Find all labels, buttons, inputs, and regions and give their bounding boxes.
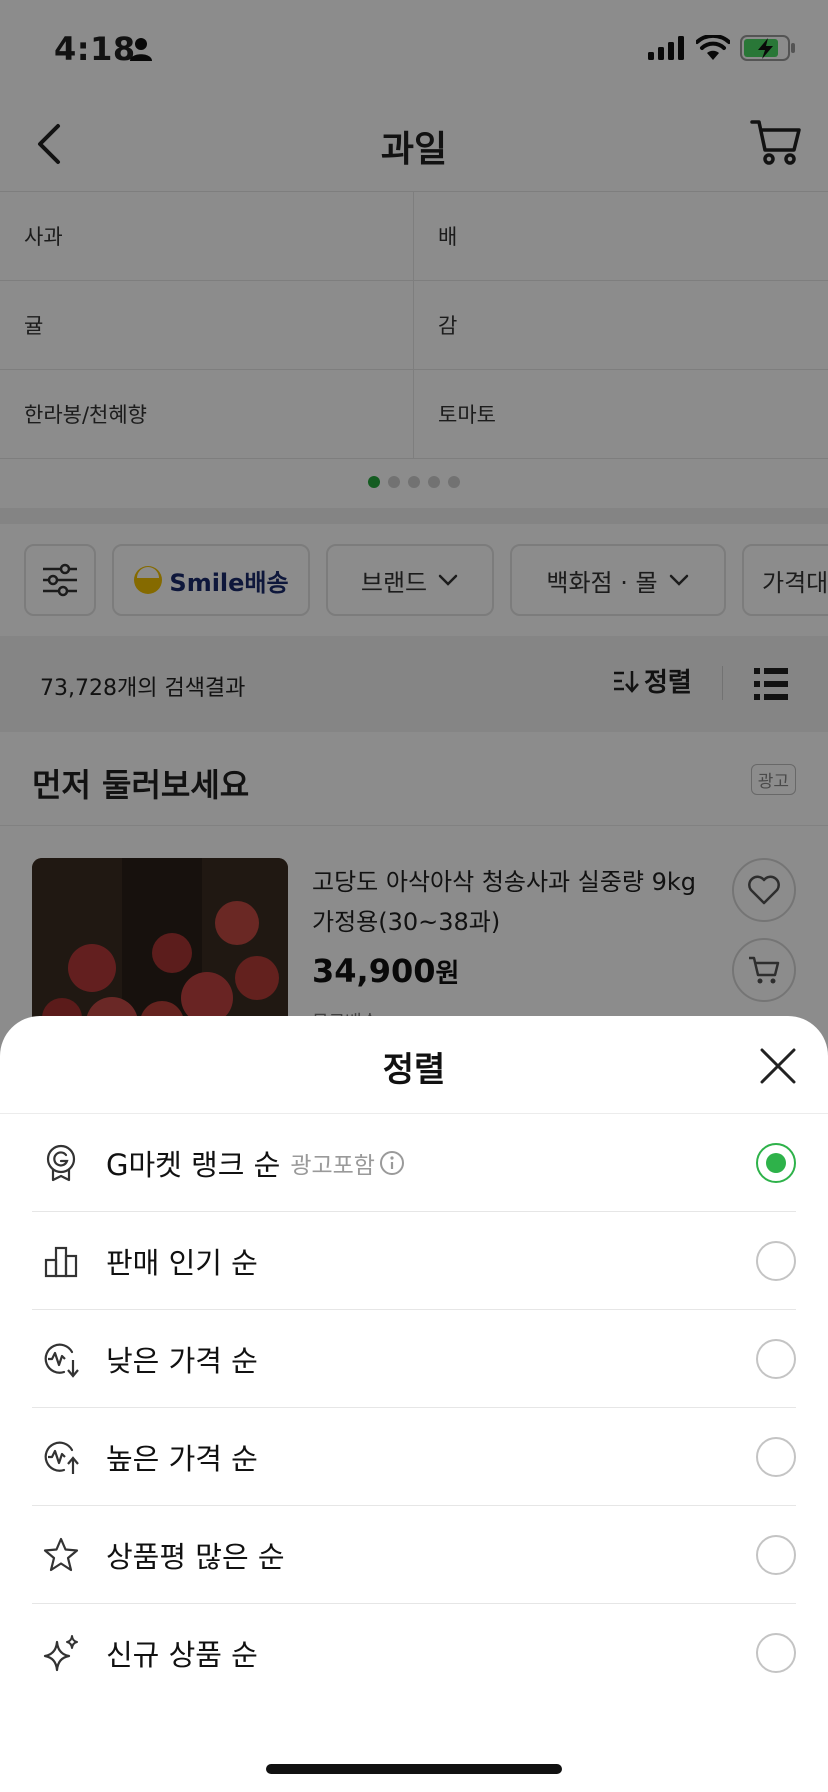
price-down-icon [44,1343,79,1378]
bar-chart-icon [44,1246,78,1277]
radio-unselected[interactable] [756,1633,796,1673]
sort-option-gmarket-rank[interactable]: G마켓 랭크 순 광고포함 [32,1114,796,1212]
price-up-icon [44,1441,79,1474]
medal-g-icon [46,1144,76,1181]
sort-bottom-sheet: 정렬 G마켓 랭크 순 광고포함 판매 인기 순 낮은 가격 순 높은 가격 순… [0,1016,828,1792]
radio-unselected[interactable] [756,1241,796,1281]
sort-option-label: 신규 상품 순 [106,1638,258,1672]
sort-option-label: G마켓 랭크 순 [106,1147,281,1182]
ad-included-label: 광고포함 [290,1152,375,1179]
star-icon [43,1537,79,1571]
sort-option-high-price[interactable]: 높은 가격 순 [32,1408,796,1506]
sort-option-list: G마켓 랭크 순 광고포함 판매 인기 순 낮은 가격 순 높은 가격 순 상품… [32,1114,796,1702]
sort-option-popular[interactable]: 판매 인기 순 [32,1212,796,1310]
sort-option-newest[interactable]: 신규 상품 순 [32,1604,796,1702]
sort-option-label: 판매 인기 순 [106,1245,258,1280]
sort-option-label: 높은 가격 순 [106,1441,258,1476]
sort-option-label: 낮은 가격 순 [106,1343,258,1378]
info-icon[interactable] [379,1150,405,1176]
close-icon[interactable] [758,1046,798,1086]
radio-unselected[interactable] [756,1339,796,1379]
sheet-header: 정렬 [0,1016,828,1114]
radio-unselected[interactable] [756,1437,796,1477]
radio-selected[interactable] [756,1143,796,1183]
home-indicator [266,1764,562,1774]
sort-option-most-reviews[interactable]: 상품평 많은 순 [32,1506,796,1604]
sheet-title: 정렬 [382,1050,446,1090]
sort-option-low-price[interactable]: 낮은 가격 순 [32,1310,796,1408]
radio-unselected[interactable] [756,1535,796,1575]
sort-option-label: 상품평 많은 순 [106,1539,285,1574]
ad-included-note[interactable]: 광고포함 [290,1146,405,1180]
sparkle-icon [43,1635,78,1672]
